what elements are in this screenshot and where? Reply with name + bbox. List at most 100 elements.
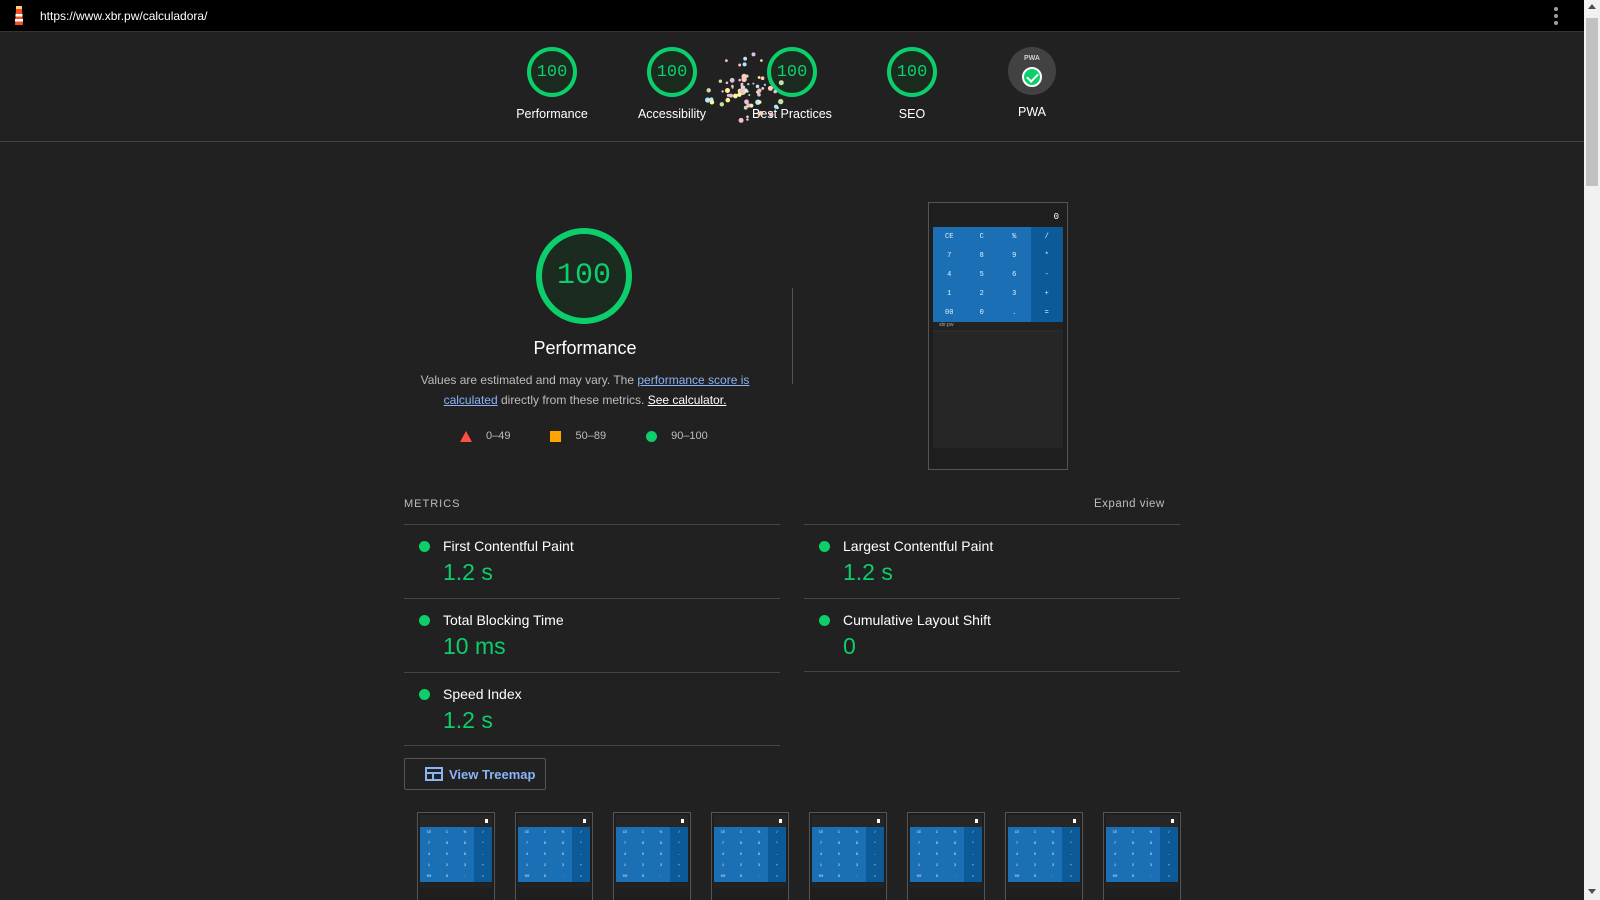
frame-key: + <box>866 860 884 871</box>
frame-display <box>812 815 884 827</box>
confetti-icon <box>705 52 784 123</box>
scrollbar-thumb[interactable] <box>1586 18 1598 186</box>
frame-footer <box>812 883 884 888</box>
frame-key: 0 <box>928 871 946 882</box>
frame-key: + <box>670 860 688 871</box>
frame-key: * <box>768 838 786 849</box>
frame-key: 5 <box>1026 849 1044 860</box>
frame-key: % <box>456 827 474 838</box>
pwa-badge-icon: PWA <box>1008 47 1056 95</box>
scroll-up-arrow-icon[interactable] <box>1588 4 1596 9</box>
gauge-performance[interactable]: 100 Performance <box>492 47 612 121</box>
frame-key: 1 <box>1106 860 1124 871</box>
legend-label: 50–89 <box>575 430 607 442</box>
frame-key: 0 <box>438 871 456 882</box>
frame-key: % <box>1044 827 1062 838</box>
frame-key: 5 <box>830 849 848 860</box>
check-icon <box>1022 67 1042 87</box>
frame-footer <box>1106 883 1178 888</box>
scroll-down-arrow-icon[interactable] <box>1588 889 1596 894</box>
frame-display <box>616 815 688 827</box>
calculator-key: 0 <box>965 303 998 322</box>
metric-cumulative-layout-shift[interactable]: Cumulative Layout Shift 0 <box>804 598 1180 672</box>
vertical-scrollbar[interactable] <box>1584 0 1600 900</box>
frame-key: CE <box>910 827 928 838</box>
frame-key: * <box>1062 838 1080 849</box>
calculator-key: . <box>998 303 1031 322</box>
expand-view-toggle[interactable]: Expand view <box>1094 498 1165 510</box>
frame-key: 7 <box>1106 838 1124 849</box>
frame-key: C <box>634 827 652 838</box>
frame-footer <box>1008 883 1080 888</box>
see-calculator-link[interactable]: See calculator. <box>648 393 727 407</box>
metric-first-contentful-paint[interactable]: First Contentful Paint 1.2 s <box>404 524 780 598</box>
frame-key: 4 <box>420 849 438 860</box>
filmstrip-frame[interactable]: CE C%/ 7 8 9 * 4 5 6- 1 2 3 +00 0. = <box>515 812 593 900</box>
metric-speed-index[interactable]: Speed Index 1.2 s <box>404 672 780 746</box>
filmstrip-frame[interactable]: CE C%/ 7 8 9 * 4 5 6- 1 2 3 +00 0. = <box>907 812 985 900</box>
frame-key: 00 <box>714 871 732 882</box>
metric-value: 10 ms <box>443 633 506 659</box>
calculator-key: 3 <box>998 284 1031 303</box>
frame-key: % <box>946 827 964 838</box>
frame-key: 0 <box>1124 871 1142 882</box>
frame-key: 2 <box>536 860 554 871</box>
filmstrip-frame[interactable]: CE C%/ 7 8 9 * 4 5 6- 1 2 3 +00 0. = <box>1005 812 1083 900</box>
treemap-icon <box>425 767 443 781</box>
frame-key: % <box>554 827 572 838</box>
frame-key: 00 <box>616 871 634 882</box>
frame-key: C <box>1026 827 1044 838</box>
metric-largest-contentful-paint[interactable]: Largest Contentful Paint 1.2 s <box>804 524 1180 598</box>
frame-key: . <box>1142 871 1160 882</box>
final-screenshot[interactable]: 0 CE C%/7 8 9 * 4 5 6-1 2 3 +00 0. = xbr.pw <box>928 202 1068 470</box>
filmstrip-frame[interactable]: CE C%/ 7 8 9 * 4 5 6- 1 2 3 +00 0. = <box>711 812 789 900</box>
legend-pass: 90–100 <box>646 430 708 442</box>
desc-text: Values are estimated and may vary. The <box>420 373 638 387</box>
frame-key: % <box>652 827 670 838</box>
metric-name: Largest Contentful Paint <box>843 538 994 554</box>
frame-key: 7 <box>812 838 830 849</box>
frame-key: 7 <box>616 838 634 849</box>
frame-key: CE <box>714 827 732 838</box>
frame-footer <box>616 883 688 888</box>
filmstrip-frame[interactable]: CE C%/ 7 8 9 * 4 5 6- 1 2 3 +00 0. = <box>1103 812 1181 900</box>
report-url[interactable]: https://www.xbr.pw/calculadora/ <box>40 9 207 23</box>
metric-total-blocking-time[interactable]: Total Blocking Time 10 ms <box>404 598 780 672</box>
frame-key: / <box>964 827 982 838</box>
calculator-key: 2 <box>965 284 998 303</box>
gauge-pwa[interactable]: PWA PWA <box>972 47 1092 119</box>
frame-key: 8 <box>438 838 456 849</box>
frame-key: C <box>1124 827 1142 838</box>
frame-key: + <box>768 860 786 871</box>
frame-key: . <box>750 871 768 882</box>
legend-average: 50–89 <box>550 430 606 442</box>
more-options-icon[interactable] <box>1550 7 1562 25</box>
frame-key: 9 <box>848 838 866 849</box>
score-legend: 0–49 50–89 90–100 <box>460 430 748 442</box>
filmstrip-frame[interactable]: CE C%/ 7 8 9 * 4 5 6- 1 2 3 +00 0. = <box>417 812 495 900</box>
calculator-keys: CE C%/ 7 8 9 * 4 5 6- 1 2 3 +00 0. = <box>933 227 1063 322</box>
frame-key: 9 <box>554 838 572 849</box>
calculator-key: 6 <box>998 265 1031 284</box>
frame-key: C <box>438 827 456 838</box>
frame-key: 2 <box>1026 860 1044 871</box>
calculator-key: * <box>1030 246 1063 265</box>
frame-key: 1 <box>714 860 732 871</box>
gauge-seo[interactable]: 100 SEO <box>852 47 972 121</box>
performance-description: Values are estimated and may vary. The p… <box>410 370 760 410</box>
frame-keys: CE C%/ 7 8 9 * 4 5 6- 1 2 3 +00 0. = <box>714 827 786 882</box>
frame-key: 4 <box>910 849 928 860</box>
metric-name: Cumulative Layout Shift <box>843 612 991 628</box>
filmstrip-frame[interactable]: CE C%/ 7 8 9 * 4 5 6- 1 2 3 +00 0. = <box>613 812 691 900</box>
frame-key: 1 <box>1008 860 1026 871</box>
pass-circle-icon <box>419 541 430 552</box>
frame-display <box>714 815 786 827</box>
view-treemap-button[interactable]: View Treemap <box>404 758 546 790</box>
filmstrip-frame[interactable]: CE C%/ 7 8 9 * 4 5 6- 1 2 3 +00 0. = <box>809 812 887 900</box>
calculator-key: 5 <box>965 265 998 284</box>
frame-display <box>1008 815 1080 827</box>
calculator-key: = <box>1030 303 1063 322</box>
frame-key: * <box>670 838 688 849</box>
frame-key: / <box>866 827 884 838</box>
frame-key: 00 <box>910 871 928 882</box>
